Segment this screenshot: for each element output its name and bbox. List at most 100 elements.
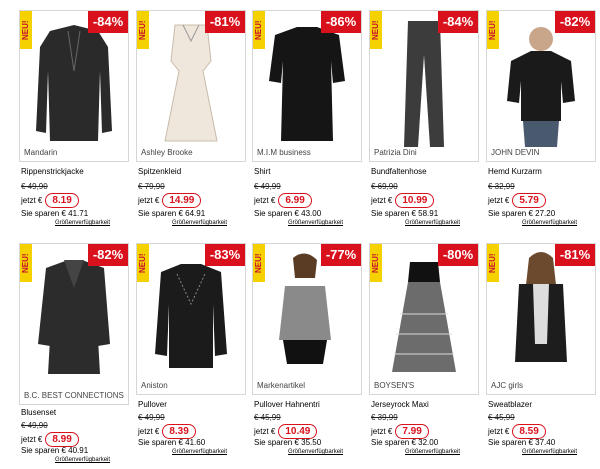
savings-text: Sie sparen € 27.20: [488, 209, 556, 218]
product-image[interactable]: NEU! -84% Mandarin: [19, 10, 129, 162]
shirt-image: [269, 27, 345, 141]
size-availability-link[interactable]: Größenverfügbarkeit: [172, 449, 227, 455]
product-name[interactable]: Bundfaltenhose: [371, 167, 427, 176]
discount-badge: -81%: [205, 11, 245, 33]
savings-text: Sie sparen € 32.00: [371, 438, 439, 447]
old-price: € 32,99: [488, 182, 515, 191]
product-image[interactable]: NEU! -86% M.I.M business: [252, 10, 362, 162]
brand-name: JOHN DEVIN: [491, 148, 540, 157]
product-name[interactable]: Hemd Kurzarm: [488, 167, 542, 176]
brand-name: M.I.M business: [257, 148, 311, 157]
product-image[interactable]: NEU! -80% BOYSEN'S: [369, 243, 479, 395]
current-price: jetzt €10.49: [254, 424, 318, 439]
price-oval: 5.79: [512, 193, 546, 208]
old-price: € 69,90: [371, 182, 398, 191]
savings-text: Sie sparen € 58.91: [371, 209, 439, 218]
product-name[interactable]: Blusenset: [21, 408, 56, 417]
product-image[interactable]: NEU! -84% Patrizia Dini: [369, 10, 479, 162]
discount-badge: -82%: [88, 244, 128, 266]
current-price: jetzt €14.99: [138, 193, 202, 208]
size-availability-link[interactable]: Größenverfügbarkeit: [288, 449, 343, 455]
product-image[interactable]: NEU! -82% JOHN DEVIN: [486, 10, 596, 162]
price-oval: 8.19: [45, 193, 79, 208]
current-price: jetzt €8.59: [488, 424, 546, 439]
old-price: € 45,99: [254, 413, 281, 422]
product-image[interactable]: NEU! -83% Aniston: [136, 243, 246, 395]
new-badge: NEU!: [253, 11, 265, 49]
discount-badge: -84%: [438, 11, 478, 33]
product-name[interactable]: Rippenstrickjacke: [21, 167, 84, 176]
size-availability-link[interactable]: Größenverfügbarkeit: [55, 457, 110, 463]
discount-badge: -83%: [205, 244, 245, 266]
discount-badge: -86%: [321, 11, 361, 33]
discount-badge: -77%: [321, 244, 361, 266]
product-name[interactable]: Shirt: [254, 167, 270, 176]
new-badge: NEU!: [370, 244, 382, 282]
product-image[interactable]: NEU! -77% Markenartikel: [252, 243, 362, 395]
old-price: € 39,99: [371, 413, 398, 422]
new-badge: NEU!: [370, 11, 382, 49]
old-price: € 79,90: [138, 182, 165, 191]
price-oval: 7.99: [395, 424, 429, 439]
old-price: € 45,99: [488, 413, 515, 422]
product-name[interactable]: Spitzenkleid: [138, 167, 181, 176]
size-availability-link[interactable]: Größenverfügbarkeit: [522, 220, 577, 226]
product-image[interactable]: NEU! -81% Ashley Brooke: [136, 10, 246, 162]
product-image[interactable]: NEU! -82% B.C. BEST CONNECTIONS: [19, 243, 129, 405]
now-label: jetzt €: [138, 427, 160, 436]
now-label: jetzt €: [371, 427, 393, 436]
size-availability-link[interactable]: Größenverfügbarkeit: [405, 449, 460, 455]
current-price: jetzt €7.99: [371, 424, 429, 439]
blouse-set-image: [38, 260, 110, 374]
brand-name: B.C. BEST CONNECTIONS: [24, 391, 124, 400]
now-label: jetzt €: [254, 427, 276, 436]
pullover-image: [155, 264, 227, 368]
discount-badge: -84%: [88, 11, 128, 33]
product-name[interactable]: Pullover: [138, 400, 167, 409]
savings-text: Sie sparen € 41.71: [21, 209, 89, 218]
price-oval: 10.49: [278, 424, 318, 439]
old-price: € 49,90: [21, 421, 48, 430]
now-label: jetzt €: [21, 435, 43, 444]
trousers-image: [404, 21, 444, 147]
houndstooth-pullover-image: [279, 253, 331, 364]
size-availability-link[interactable]: Größenverfügbarkeit: [405, 220, 460, 226]
brand-name: Aniston: [141, 381, 168, 390]
size-availability-link[interactable]: Größenverfügbarkeit: [172, 220, 227, 226]
savings-text: Sie sparen € 37.40: [488, 438, 556, 447]
brand-name: Patrizia Dini: [374, 148, 417, 157]
old-price: € 49,99: [138, 413, 165, 422]
price-oval: 8.99: [45, 432, 79, 447]
brand-name: Ashley Brooke: [141, 148, 193, 157]
size-availability-link[interactable]: Größenverfügbarkeit: [522, 449, 577, 455]
now-label: jetzt €: [254, 196, 276, 205]
new-badge: NEU!: [137, 244, 149, 282]
savings-text: Sie sparen € 41.60: [138, 438, 206, 447]
price-oval: 6.99: [278, 193, 312, 208]
brand-name: Markenartikel: [257, 381, 306, 390]
now-label: jetzt €: [488, 196, 510, 205]
now-label: jetzt €: [371, 196, 393, 205]
brand-name: AJC girls: [491, 381, 524, 390]
cardigan-image: [36, 25, 112, 141]
product-name[interactable]: Jerseyrock Maxi: [371, 400, 429, 409]
size-availability-link[interactable]: Größenverfügbarkeit: [55, 220, 110, 226]
price-oval: 10.99: [395, 193, 435, 208]
product-name[interactable]: Sweatblazer: [488, 400, 532, 409]
now-label: jetzt €: [488, 427, 510, 436]
brand-name: Mandarin: [24, 148, 58, 157]
new-badge: NEU!: [253, 244, 265, 282]
product-name[interactable]: Pullover Hahnentri: [254, 400, 320, 409]
lace-dress-image: [164, 24, 218, 142]
price-oval: 8.59: [512, 424, 546, 439]
size-availability-link[interactable]: Größenverfügbarkeit: [288, 220, 343, 226]
product-image[interactable]: NEU! -81% AJC girls: [486, 243, 596, 395]
savings-text: Sie sparen € 64.91: [138, 209, 206, 218]
current-price: jetzt €8.19: [21, 193, 79, 208]
discount-badge: -80%: [438, 244, 478, 266]
savings-text: Sie sparen € 40.91: [21, 446, 89, 455]
brand-name: BOYSEN'S: [374, 381, 415, 390]
price-oval: 14.99: [162, 193, 202, 208]
discount-badge: -82%: [555, 11, 595, 33]
current-price: jetzt €10.99: [371, 193, 435, 208]
